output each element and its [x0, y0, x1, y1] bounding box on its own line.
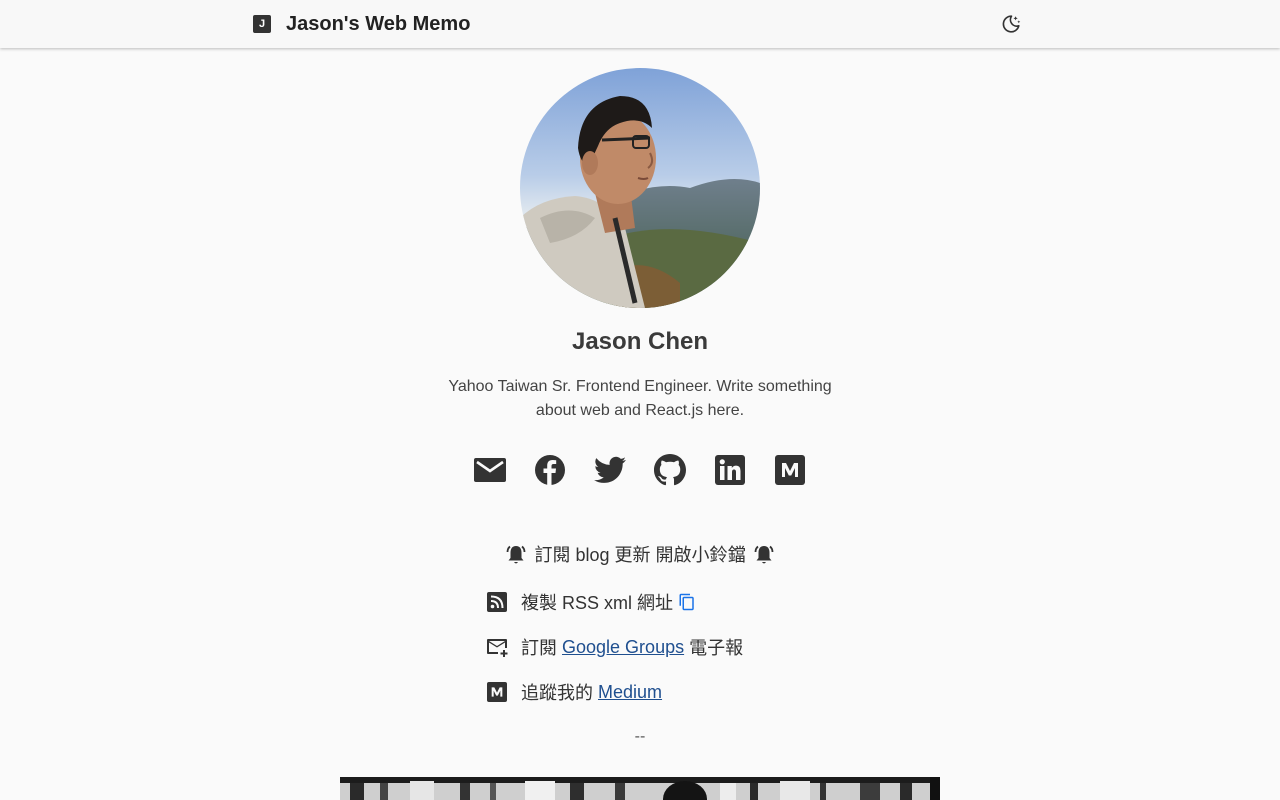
twitter-link[interactable]	[594, 452, 626, 488]
subscribe-heading-text: 訂閱 blog 更新 開啟小鈴鐺	[534, 545, 746, 565]
profile-bio: Yahoo Taiwan Sr. Frontend Engineer. Writ…	[448, 378, 832, 419]
copy-rss-button[interactable]	[678, 593, 696, 611]
medium-icon	[775, 455, 805, 485]
site-logo-icon: J	[253, 15, 271, 33]
post-cover-image	[340, 777, 940, 800]
top-navbar: J Jason's Web Memo	[0, 0, 1280, 48]
subscribe-heading: 訂閱 blog 更新 開啟小鈴鐺	[0, 542, 1280, 568]
email-link[interactable]	[474, 452, 506, 488]
linkedin-icon	[715, 455, 745, 485]
list-item: 複製 RSS xml 網址	[485, 588, 743, 616]
profile-avatar	[520, 68, 760, 308]
medium-follow-prefix: 追蹤我的	[521, 683, 593, 703]
email-add-icon	[485, 635, 509, 659]
google-groups-prefix: 訂閱	[521, 638, 557, 658]
subscribe-options: 複製 RSS xml 網址 訂閱 Google Groups 電子報 追蹤我的 …	[485, 588, 743, 723]
rss-copy-text: 複製 RSS xml 網址	[521, 593, 674, 613]
medium-icon	[485, 680, 509, 704]
moon-stars-icon	[1002, 15, 1021, 33]
email-icon	[474, 458, 506, 482]
list-item: 追蹤我的 Medium	[485, 678, 743, 706]
list-item: 訂閱 Google Groups 電子報	[485, 633, 743, 661]
copy-icon	[679, 593, 694, 611]
github-icon	[654, 454, 686, 486]
facebook-icon	[535, 455, 565, 485]
linkedin-link[interactable]	[714, 452, 746, 488]
separator: --	[634, 728, 646, 745]
bell-ring-icon	[752, 543, 776, 567]
google-groups-link[interactable]: Google Groups	[562, 637, 684, 658]
rss-icon	[485, 590, 509, 614]
dark-mode-toggle-button[interactable]	[998, 11, 1024, 37]
bell-ring-icon	[504, 543, 528, 567]
google-groups-suffix: 電子報	[689, 638, 744, 658]
site-brand-link[interactable]: J Jason's Web Memo	[253, 14, 470, 34]
medium-follow-link[interactable]: Medium	[598, 682, 662, 703]
site-title: Jason's Web Memo	[286, 13, 471, 35]
medium-link[interactable]	[774, 452, 806, 488]
facebook-link[interactable]	[534, 452, 566, 488]
profile-name: Jason Chen	[571, 328, 709, 355]
social-links	[0, 452, 1280, 488]
github-link[interactable]	[654, 452, 686, 488]
twitter-icon	[594, 456, 626, 483]
